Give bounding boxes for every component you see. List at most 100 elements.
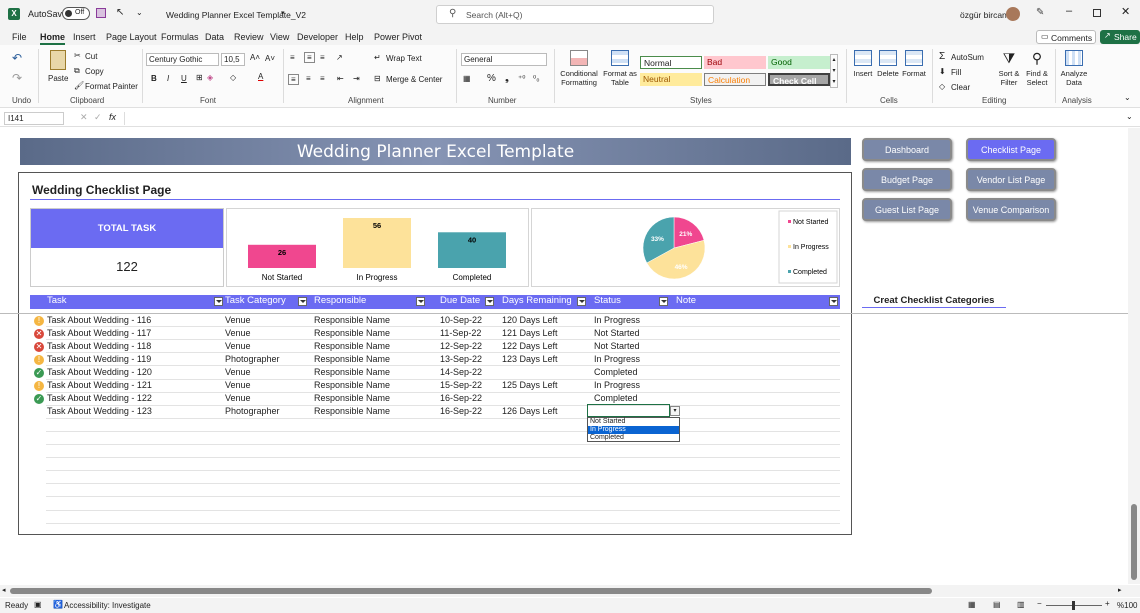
delete-cells-button[interactable]: Delete — [877, 50, 899, 78]
search-box[interactable]: ⚲ Search (Alt+Q) — [436, 5, 714, 24]
avatar[interactable] — [1006, 7, 1020, 21]
zoom-in-icon[interactable]: + — [1105, 599, 1110, 608]
status-cell-editor[interactable] — [587, 404, 670, 417]
worksheet[interactable]: Wedding Planner Excel Template Dashboard… — [0, 128, 1128, 584]
number-format-select[interactable]: General — [461, 53, 547, 66]
responsible-cell[interactable]: Responsible Name — [314, 367, 390, 377]
days-remaining-cell[interactable]: 121 Days Left — [502, 328, 558, 338]
days-remaining-cell[interactable]: 125 Days Left — [502, 380, 558, 390]
zoom-level[interactable]: %100 — [1117, 601, 1137, 610]
responsible-cell[interactable]: Responsible Name — [314, 315, 390, 325]
bold-button[interactable]: B — [151, 74, 157, 83]
horizontal-scroll-thumb[interactable] — [10, 588, 932, 594]
status-cell[interactable]: Completed — [594, 393, 638, 403]
format-as-table-button[interactable]: Format as Table — [602, 50, 638, 87]
accessibility-icon[interactable]: ♿ — [53, 600, 63, 609]
paste-button[interactable]: Paste — [46, 50, 70, 92]
decrease-decimal-icon[interactable]: ⁰₀ — [533, 74, 540, 83]
tab-power-pivot[interactable]: Power Pivot — [374, 32, 422, 42]
days-remaining-cell[interactable]: 120 Days Left — [502, 315, 558, 325]
due-date-cell[interactable]: 16-Sep-22 — [440, 393, 482, 403]
tab-view[interactable]: View — [270, 32, 289, 42]
share-button[interactable]: ↗ Share — [1100, 30, 1140, 44]
zoom-out-icon[interactable]: − — [1037, 599, 1042, 608]
comments-button[interactable]: ▭ Comments — [1036, 30, 1096, 44]
save-icon[interactable] — [96, 8, 106, 18]
tab-page-layout[interactable]: Page Layout — [106, 32, 157, 42]
grow-font-icon[interactable]: A˄ — [250, 53, 260, 62]
font-color-icon[interactable]: A — [258, 72, 263, 81]
days-remaining-cell[interactable]: 122 Days Left — [502, 341, 558, 351]
table-row[interactable]: ✓ Task About Wedding - 120 Venue Responsibl… — [0, 367, 840, 379]
style-check-cell[interactable]: Check Cell — [768, 73, 830, 86]
category-cell[interactable]: Venue — [225, 380, 251, 390]
enter-formula-icon[interactable]: ✓ — [94, 112, 102, 123]
scroll-left-icon[interactable]: ◂ — [2, 586, 6, 594]
redo-icon[interactable]: ↷ — [12, 71, 22, 85]
due-date-cell[interactable]: 16-Sep-22 — [440, 406, 482, 416]
due-date-cell[interactable]: 14-Sep-22 — [440, 367, 482, 377]
merge-center-button[interactable]: Merge & Center — [386, 75, 442, 84]
cut-icon[interactable]: ✂ — [74, 51, 81, 60]
title-chevron-icon[interactable]: ▾ — [281, 9, 285, 17]
wrap-text-button[interactable]: Wrap Text — [386, 54, 422, 63]
table-row[interactable]: ✕ Task About Wedding - 117 Venue Responsibl… — [0, 328, 840, 340]
percent-icon[interactable]: % — [487, 73, 496, 84]
sort-filter-button[interactable]: ⧩ Sort & Filter — [994, 50, 1024, 87]
scroll-right-icon[interactable]: ▸ — [1118, 586, 1122, 594]
style-normal[interactable]: Normal — [640, 56, 702, 69]
currency-icon[interactable]: ▦ — [463, 74, 471, 83]
task-cell[interactable]: Task About Wedding - 121 — [47, 380, 152, 390]
indent-increase-icon[interactable]: ⇥ — [353, 74, 360, 83]
style-calculation[interactable]: Calculation — [704, 73, 766, 86]
tab-file[interactable]: File — [12, 32, 27, 42]
style-bad[interactable]: Bad — [704, 56, 766, 69]
status-cell[interactable]: Completed — [594, 367, 638, 377]
task-cell[interactable]: Task About Wedding - 118 — [47, 341, 151, 351]
dropdown-option-not-started[interactable]: Not Started — [588, 418, 679, 426]
status-cell[interactable]: Not Started — [594, 328, 640, 338]
indent-decrease-icon[interactable]: ⇤ — [337, 74, 344, 83]
due-date-cell[interactable]: 10-Sep-22 — [440, 315, 482, 325]
table-row[interactable]: Task About Wedding - 123 Photographer Resp… — [0, 406, 840, 418]
format-painter-button[interactable]: Format Painter — [85, 82, 138, 91]
table-row[interactable]: ✓ Task About Wedding - 122 Venue Responsibl… — [0, 393, 840, 405]
align-center-icon[interactable]: ≡ — [306, 74, 311, 83]
undo-icon[interactable]: ↶ — [12, 51, 22, 65]
category-cell[interactable]: Venue — [225, 328, 251, 338]
status-cell[interactable]: In Progress — [594, 315, 640, 325]
accessibility-status[interactable]: Accessibility: Investigate — [64, 601, 151, 610]
page-layout-view-icon[interactable]: ▤ — [993, 600, 1001, 609]
status-cell[interactable]: In Progress — [594, 380, 640, 390]
align-top-icon[interactable]: ≡ — [290, 53, 295, 62]
tab-help[interactable]: Help — [345, 32, 364, 42]
autosave-toggle[interactable]: Off — [62, 7, 90, 20]
copy-button[interactable]: Copy — [85, 67, 104, 76]
task-cell[interactable]: Task About Wedding - 117 — [47, 328, 151, 338]
analyze-data-button[interactable]: Analyze Data — [1058, 50, 1090, 87]
align-right-icon[interactable]: ≡ — [320, 74, 325, 83]
align-left-icon[interactable]: ≡ — [288, 74, 299, 85]
find-select-button[interactable]: ⚲ Find & Select — [1024, 50, 1050, 87]
days-remaining-cell[interactable]: 126 Days Left — [502, 406, 558, 416]
restore-icon[interactable] — [1093, 9, 1101, 17]
merge-center-icon[interactable]: ⊟ — [374, 74, 381, 83]
align-bottom-icon[interactable]: ≡ — [320, 53, 325, 62]
insert-cells-button[interactable]: Insert — [852, 50, 874, 78]
task-cell[interactable]: Task About Wedding - 119 — [47, 354, 151, 364]
format-cells-button[interactable]: Format — [902, 50, 926, 78]
vertical-scroll-thumb[interactable] — [1131, 504, 1137, 580]
orientation-icon[interactable]: ↗ — [336, 53, 343, 62]
days-remaining-cell[interactable]: 123 Days Left — [502, 354, 558, 364]
category-cell[interactable]: Venue — [225, 367, 251, 377]
task-cell[interactable]: Task About Wedding - 123 — [47, 406, 152, 416]
task-cell[interactable]: Task About Wedding - 116 — [47, 315, 151, 325]
fill-icon[interactable]: ⬇ — [939, 67, 946, 76]
dropdown-option-completed[interactable]: Completed — [588, 434, 679, 442]
document-title[interactable]: Wedding Planner Excel Template_V2 — [166, 10, 306, 20]
task-cell[interactable]: Task About Wedding - 120 — [47, 367, 152, 377]
copy-icon[interactable]: ⧉ — [74, 66, 80, 76]
category-cell[interactable]: Venue — [225, 315, 251, 325]
shrink-font-icon[interactable]: A˅ — [265, 54, 275, 63]
category-cell[interactable]: Venue — [225, 341, 251, 351]
